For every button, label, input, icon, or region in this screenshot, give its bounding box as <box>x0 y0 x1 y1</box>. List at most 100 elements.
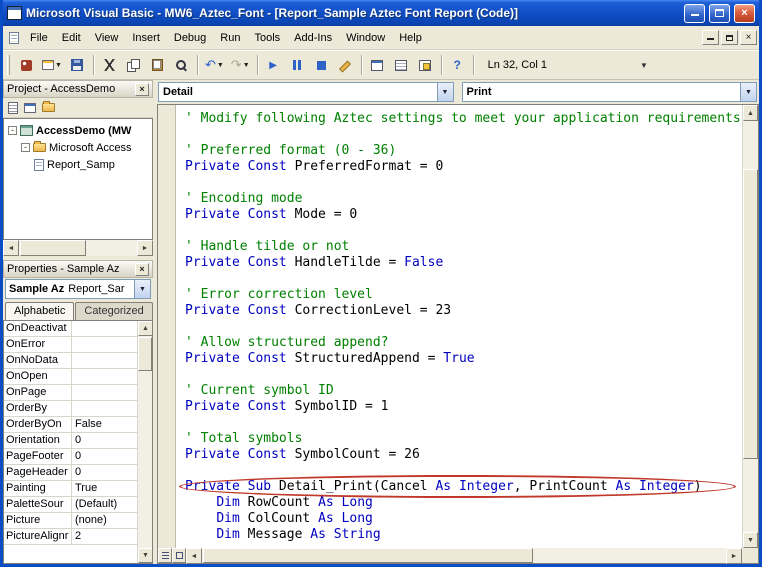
tree-item[interactable]: Report_Samp <box>4 156 152 173</box>
scroll-right-icon[interactable]: ► <box>726 548 742 564</box>
properties-window-button[interactable] <box>390 54 413 76</box>
insert-object-button[interactable]: ▼ <box>39 54 65 76</box>
toggle-folders-icon[interactable] <box>42 103 55 112</box>
property-row[interactable]: OrderByOnFalse <box>4 417 137 433</box>
menu-item-help[interactable]: Help <box>392 29 429 47</box>
full-module-view-button[interactable] <box>172 548 186 563</box>
help-button[interactable]: ? <box>446 54 469 76</box>
property-row[interactable]: OnNoData <box>4 353 137 369</box>
scroll-down-icon[interactable]: ▼ <box>138 548 153 563</box>
undo-caret-icon[interactable]: ▼ <box>217 62 224 69</box>
view-ms-access-button[interactable] <box>15 54 38 76</box>
menu-item-run[interactable]: Run <box>213 29 247 47</box>
insert-object-caret-icon[interactable]: ▼ <box>55 62 62 69</box>
close-button[interactable]: × <box>734 4 755 23</box>
toolbar-grip[interactable] <box>7 55 10 75</box>
redo-caret-icon[interactable]: ▼ <box>243 62 250 69</box>
vscroll-thumb[interactable] <box>138 337 152 371</box>
code-lines[interactable]: ' Modify following Aztec settings to mee… <box>177 105 742 548</box>
property-row[interactable]: OnOpen <box>4 369 137 385</box>
tab-categorized[interactable]: Categorized <box>75 302 152 320</box>
property-grid[interactable]: OnDeactivatOnErrorOnNoDataOnOpenOnPageOr… <box>4 321 137 563</box>
combo-dropdown-icon[interactable]: ▼ <box>740 83 756 101</box>
property-row[interactable]: Picture(none) <box>4 513 137 529</box>
menu-item-debug[interactable]: Debug <box>167 29 213 47</box>
collapse-expander-icon[interactable]: - <box>8 126 17 135</box>
project-explorer-button[interactable] <box>366 54 389 76</box>
hscroll-track[interactable] <box>86 240 137 256</box>
procedure-view-button[interactable] <box>158 548 172 563</box>
scroll-right-icon[interactable]: ► <box>137 240 153 256</box>
object-selector-combo[interactable]: Sample Az Report_Sar ▼ <box>5 279 151 299</box>
hscroll-track[interactable] <box>533 548 726 563</box>
scroll-up-icon[interactable]: ▲ <box>743 105 758 121</box>
property-row[interactable]: PageHeader0 <box>4 465 137 481</box>
child-window-icon[interactable] <box>9 32 19 44</box>
toolbar-options-caret-icon[interactable]: ▼ <box>640 61 648 70</box>
properties-panel-close-button[interactable]: × <box>135 263 149 276</box>
mdi-restore-button[interactable] <box>721 30 738 45</box>
vscroll-track[interactable] <box>138 371 152 548</box>
menu-item-window[interactable]: Window <box>339 29 392 47</box>
break-button[interactable] <box>286 54 309 76</box>
property-row[interactable]: PaletteSour(Default) <box>4 497 137 513</box>
menu-item-addins[interactable]: Add-Ins <box>287 29 339 47</box>
procedure-combo[interactable]: Print ▼ <box>462 82 758 102</box>
tree-item[interactable]: -AccessDemo (MW <box>4 122 152 139</box>
menu-item-file[interactable]: File <box>23 29 55 47</box>
mdi-minimize-button[interactable] <box>702 30 719 45</box>
object-combo[interactable]: Detail ▼ <box>158 82 454 102</box>
reset-button[interactable] <box>310 54 333 76</box>
title-bar[interactable]: Microsoft Visual Basic - MW6_Aztec_Font … <box>3 0 759 26</box>
properties-panel-header[interactable]: Properties - Sample Az × <box>3 260 153 278</box>
project-panel-close-button[interactable]: × <box>135 83 149 96</box>
menu-item-tools[interactable]: Tools <box>247 29 287 47</box>
mdi-close-button[interactable]: × <box>740 30 757 45</box>
property-row[interactable]: Orientation0 <box>4 433 137 449</box>
save-button[interactable] <box>66 54 89 76</box>
object-browser-button[interactable] <box>414 54 437 76</box>
view-code-icon[interactable] <box>8 102 18 114</box>
property-row[interactable]: OnError <box>4 337 137 353</box>
tree-item[interactable]: -Microsoft Access <box>4 139 152 156</box>
menu-item-view[interactable]: View <box>88 29 126 47</box>
scroll-left-icon[interactable]: ◄ <box>186 548 202 564</box>
property-row[interactable]: PaintingTrue <box>4 481 137 497</box>
collapse-expander-icon[interactable]: - <box>21 143 30 152</box>
property-row[interactable]: OnDeactivat <box>4 321 137 337</box>
vscroll-thumb[interactable] <box>743 169 758 459</box>
property-name: OrderByOn <box>4 417 72 432</box>
property-row[interactable]: OrderBy <box>4 401 137 417</box>
cut-button[interactable] <box>98 54 121 76</box>
tab-alphabetic[interactable]: Alphabetic <box>5 302 74 320</box>
scroll-up-icon[interactable]: ▲ <box>138 321 153 336</box>
hscroll-thumb[interactable] <box>203 548 533 563</box>
copy-button[interactable] <box>122 54 145 76</box>
code-margin-strip[interactable] <box>158 105 176 548</box>
project-tree-hscrollbar[interactable]: ◄ ► <box>3 240 153 256</box>
property-row[interactable]: PageFooter0 <box>4 449 137 465</box>
run-button[interactable]: ▶ <box>262 54 285 76</box>
view-object-icon[interactable] <box>24 103 36 113</box>
hscroll-thumb[interactable] <box>20 240 86 256</box>
combo-dropdown-icon[interactable]: ▼ <box>437 83 453 101</box>
maximize-button[interactable] <box>709 4 730 23</box>
combo-dropdown-icon[interactable]: ▼ <box>134 280 150 298</box>
properties-vscrollbar[interactable]: ▲ ▼ <box>137 321 152 563</box>
undo-button[interactable]: ↶▼ <box>202 54 227 76</box>
scroll-down-icon[interactable]: ▼ <box>743 532 758 548</box>
property-row[interactable]: OnPage <box>4 385 137 401</box>
paste-button[interactable] <box>146 54 169 76</box>
vscroll-track[interactable] <box>743 121 758 532</box>
property-row[interactable]: PictureAlignr2 <box>4 529 137 545</box>
project-tree[interactable]: -AccessDemo (MW-Microsoft AccessReport_S… <box>3 118 153 240</box>
project-panel-header[interactable]: Project - AccessDemo × <box>3 80 153 98</box>
scroll-left-icon[interactable]: ◄ <box>3 240 19 256</box>
menu-item-insert[interactable]: Insert <box>125 29 167 47</box>
code-vscrollbar[interactable]: ▲ ▼ <box>742 105 758 548</box>
redo-button[interactable]: ↷▼ <box>228 54 253 76</box>
find-button[interactable] <box>170 54 193 76</box>
minimize-button[interactable] <box>684 4 705 23</box>
design-mode-button[interactable] <box>334 54 357 76</box>
menu-item-edit[interactable]: Edit <box>55 29 88 47</box>
